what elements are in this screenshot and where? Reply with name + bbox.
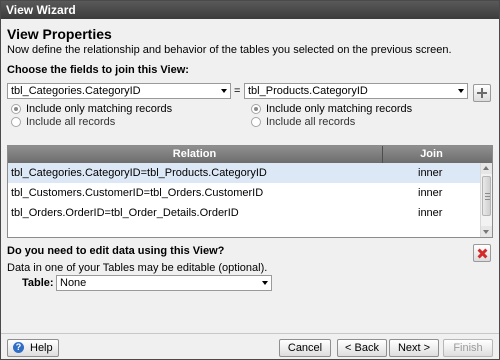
scrollbar-thumb[interactable] <box>482 176 491 216</box>
grip-line <box>485 193 490 194</box>
help-button[interactable]: ? Help <box>7 339 59 357</box>
window-title: View Wizard <box>1 1 499 19</box>
left-field-select[interactable]: tbl_Categories.CategoryID <box>7 83 231 99</box>
left-field-value: tbl_Categories.CategoryID <box>11 85 141 97</box>
add-relation-button[interactable] <box>473 84 491 102</box>
radio-button-icon[interactable] <box>251 117 261 127</box>
chevron-down-icon <box>221 89 227 93</box>
wizard-content: View Properties Now define the relations… <box>1 19 499 359</box>
column-header-relation[interactable]: Relation <box>8 146 381 163</box>
join-cell: inner <box>418 207 443 219</box>
edit-note: Data in one of your Tables may be editab… <box>7 262 268 274</box>
radio-label: Include only matching records <box>266 103 413 115</box>
next-button[interactable]: Next > <box>389 339 439 357</box>
table-label: Table: <box>22 277 54 289</box>
editable-table-select[interactable]: None <box>56 275 272 291</box>
page-subtitle: Now define the relationship and behavior… <box>7 44 452 56</box>
join-cell: inner <box>418 167 443 179</box>
right-field-value: tbl_Products.CategoryID <box>248 85 368 97</box>
join-operator: = <box>234 85 241 97</box>
radio-button-icon[interactable] <box>11 104 21 114</box>
table-header: Relation Join <box>8 146 492 163</box>
help-icon: ? <box>13 342 24 353</box>
table-row[interactable]: tbl_Customers.CustomerID=tbl_Orders.Cust… <box>8 183 480 203</box>
view-wizard-window: View Wizard View Properties Now define t… <box>0 0 500 360</box>
finish-label: Finish <box>453 342 483 354</box>
radio-button-icon[interactable] <box>251 104 261 114</box>
radio-label: Include all records <box>26 116 116 128</box>
join-section-label: Choose the fields to join this View: <box>7 64 189 76</box>
chevron-down-icon <box>262 281 268 285</box>
back-button[interactable]: < Back <box>337 339 387 357</box>
relation-cell: tbl_Categories.CategoryID=tbl_Products.C… <box>11 167 267 179</box>
scroll-down-icon[interactable] <box>481 226 492 237</box>
relation-cell: tbl_Orders.OrderID=tbl_Order_Details.Ord… <box>11 207 239 219</box>
relations-table: Relation Join tbl_Categories.CategoryID=… <box>7 145 493 238</box>
finish-button[interactable]: Finish <box>443 339 493 357</box>
back-label: < Back <box>345 342 379 354</box>
column-header-join[interactable]: Join <box>382 146 480 163</box>
scroll-up-icon[interactable] <box>481 163 492 174</box>
table-scrollbar[interactable] <box>480 163 492 237</box>
relation-cell: tbl_Customers.CustomerID=tbl_Orders.Cust… <box>11 187 264 199</box>
edit-question: Do you need to edit data using this View… <box>7 245 225 257</box>
grip-line <box>485 199 490 200</box>
chevron-down-icon <box>458 89 464 93</box>
table-row[interactable]: tbl_Categories.CategoryID=tbl_Products.C… <box>8 163 480 183</box>
page-title: View Properties <box>7 26 112 42</box>
right-field-select[interactable]: tbl_Products.CategoryID <box>244 83 468 99</box>
table-row[interactable]: tbl_Orders.OrderID=tbl_Order_Details.Ord… <box>8 203 480 223</box>
editable-table-value: None <box>60 277 87 289</box>
radio-label: Include only matching records <box>26 103 173 115</box>
radio-label: Include all records <box>266 116 356 128</box>
cancel-button[interactable]: Cancel <box>279 339 331 357</box>
next-label: Next > <box>397 342 431 354</box>
join-cell: inner <box>418 187 443 199</box>
help-label: Help <box>30 342 53 354</box>
radio-button-icon[interactable] <box>11 117 21 127</box>
delete-relation-button[interactable] <box>473 244 491 262</box>
cancel-label: Cancel <box>287 342 323 354</box>
grip-line <box>485 196 490 197</box>
footer-divider <box>1 333 499 334</box>
